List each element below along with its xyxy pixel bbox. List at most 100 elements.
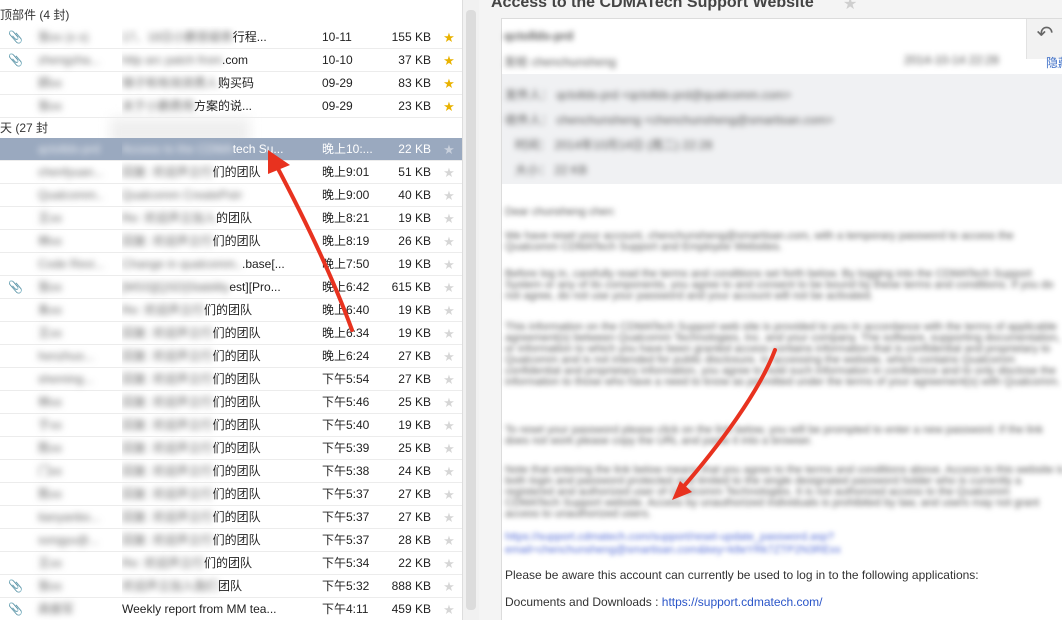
mail-row[interactable]: 于xx 回复: 欢迎声立行们的团队 下午5:40 19 KB ★ [0,414,462,437]
mail-row[interactable]: 📎 张xx 欢迎声立加入我们团队 下午5:32 888 KB ★ [0,575,462,598]
star-icon[interactable]: ★ [440,552,458,575]
reset-link-1[interactable]: https://support.cdmatech.com/support/res… [505,531,834,543]
star-icon[interactable]: ★ [440,414,458,437]
scrollbar-thumb[interactable] [466,10,476,610]
mail-row[interactable]: songyu@... 回复: 欢迎声立行们的团队 下午5:37 28 KB ★ [0,529,462,552]
star-icon[interactable]: ★ [440,391,458,414]
mail-size: 26 KB [398,234,431,248]
mail-subject-blurred: 回复: 欢迎声立行 [122,349,213,363]
star-icon[interactable]: ★ [440,529,458,552]
star-icon[interactable]: ★ [440,26,458,49]
mail-subject-visible: 们的团队 [212,441,261,455]
star-icon[interactable]: ★ [440,230,458,253]
mail-size: 22 KB [398,556,431,570]
hide-info-link[interactable]: 隐藏信 [1046,54,1062,71]
mail-row[interactable]: Code Revi... Change in qualcomm....base[.… [0,253,462,276]
star-icon[interactable]: ★ [440,460,458,483]
reading-pane: Access to the CDMATech Support Website ★… [479,0,1062,620]
mail-subject: 回复: 欢迎声立行们的团队 [122,460,307,483]
mail-subject-blurred: 回复: 欢迎声立行 [122,418,213,432]
mail-row[interactable]: 王xx 回复: 欢迎声立行们的团队 晚上6:34 19 KB ★ [0,322,462,345]
mail-subject-blurred: 回复: 欢迎声立行 [122,165,213,179]
body-greeting: Dear chunsheng chen: [505,206,616,218]
mail-row[interactable]: 顾xx 锦子和有效资费人购买码 09-29 83 KB ★ [0,72,462,95]
star-icon[interactable]: ★ [440,322,458,345]
star-icon[interactable]: ★ [440,506,458,529]
title-star-icon[interactable]: ★ [843,0,857,14]
reply-icon: ↶ [1036,23,1054,45]
mail-date: 2014-10-14 22:28 [904,53,999,67]
mail-subject-visible: 们的团队 [212,533,261,547]
mail-sender: 朱xx [38,303,63,317]
mail-list-scrollbar[interactable] [462,0,479,620]
mail-row[interactable]: 📎 张xx (x x) 17、18日小鹏答疑表行程... 10-11 155 KB ★ [0,26,462,49]
mail-row[interactable]: 📎 张xx [MSS][QSD]Stabilityest][Pro... 晚上6:42… [0,276,462,299]
mail-row[interactable]: 林xx 回复: 欢迎声立行们的团队 晚上8:19 26 KB ★ [0,230,462,253]
mail-date: 晚上6:42 [322,280,370,294]
mail-subject-blurred: Re: 欢迎声立加入 [122,211,217,225]
star-icon[interactable]: ★ [440,368,458,391]
mail-date: 下午5:40 [322,418,370,432]
group-header-today[interactable]: 天 (27 封 [0,118,48,139]
mail-date: 09-29 [322,76,353,90]
mail-size: 83 KB [398,76,431,90]
mail-row[interactable]: 朱xx Re: 欢迎声立行们的团队 晚上6:40 19 KB ★ [0,299,462,322]
star-icon[interactable]: ★ [440,345,458,368]
mail-row[interactable]: 王xx Re: 欢迎声立加入的团队 晚上8:21 19 KB ★ [0,207,462,230]
mail-row[interactable]: 陈xx 回复: 欢迎声立行们的团队 下午5:37 27 KB ★ [0,483,462,506]
mail-subject-visible: 们的团队 [212,395,261,409]
star-icon[interactable]: ★ [440,184,458,207]
star-icon[interactable]: ★ [440,575,458,598]
star-icon[interactable]: ★ [440,49,458,72]
docs-downloads-link[interactable]: https://support.cdmatech.com/ [662,595,823,609]
mail-row[interactable]: tianyanbo... 回复: 欢迎声立行们的团队 下午5:37 27 KB ★ [0,506,462,529]
mail-subject: 回复: 欢迎声立行们的团队 [122,414,307,437]
star-icon[interactable]: ★ [440,598,458,620]
mail-subject: 回复: 欢迎声立行们的团队 [122,322,307,345]
star-icon[interactable]: ★ [440,207,458,230]
mail-sender: chenfyuan... [38,165,104,179]
mail-row[interactable]: 📎 zhengzha... http arc patch from.com 10-10… [0,49,462,72]
star-icon[interactable]: ★ [440,483,458,506]
body-accounts-note: Please be aware this account can current… [505,568,979,582]
reset-link-2[interactable]: email=chenchunsheng@smartisan.com&key=k8… [505,544,841,556]
mail-row[interactable]: 门xx 回复: 欢迎声立行们的团队 下午5:38 24 KB ★ [0,460,462,483]
star-icon[interactable]: ★ [440,437,458,460]
mail-date: 下午5:37 [322,487,370,501]
mail-size: 27 KB [398,349,431,363]
star-icon[interactable]: ★ [440,138,458,161]
mail-row[interactable]: 📎 高振军 Weekly report from MM tea... 下午4:11 45… [0,598,462,620]
star-icon[interactable]: ★ [440,299,458,322]
mail-sender: 张xx (x x) [38,30,89,44]
star-icon[interactable]: ★ [440,253,458,276]
mail-meta-box: 发件人： qctollds-prd <qctollds-prd@qualcomm… [502,74,1062,184]
mail-row[interactable]: 陈xx 回复: 欢迎声立行们的团队 下午5:39 25 KB ★ [0,437,462,460]
reply-button[interactable]: ↶ [1026,19,1062,59]
star-icon[interactable]: ★ [440,161,458,184]
star-icon[interactable]: ★ [440,72,458,95]
mail-row[interactable]: 王xx Re: 欢迎声立行们的团队 下午5:34 22 KB ★ [0,552,462,575]
mail-row[interactable]: sheming... 回复: 欢迎声立行们的团队 下午5:54 27 KB ★ [0,368,462,391]
meta-to: 收件人： chenchunsheng <chenchunsheng@smarti… [505,113,834,127]
mail-row[interactable]: qctollds-prd Access to the CDMAtech Su...… [0,138,462,161]
mail-size: 28 KB [398,533,431,547]
mail-sender: Code Revi... [38,257,104,271]
mail-row[interactable]: 林xx 回复: 欢迎声立行们的团队 下午5:46 25 KB ★ [0,391,462,414]
mail-row[interactable]: 张xx 关于小鹏费用方案的说... 09-29 23 KB ★ [0,95,462,118]
mail-row[interactable]: henzhuo... 回复: 欢迎声立行们的团队 晚上6:24 27 KB ★ [0,345,462,368]
paperclip-icon: 📎 [8,602,22,616]
mail-date: 下午5:54 [322,372,370,386]
from-name: qctollds-prd [504,29,574,43]
star-icon[interactable]: ★ [440,276,458,299]
mail-subject-blurred: Access to the CDMA [122,142,233,156]
mail-row[interactable]: Qualcomm... Qualcomm CreatePoint中的... 晚上9:… [0,184,462,207]
mail-subject-blurred: 回复: 欢迎声立行 [122,533,213,547]
mail-subject: 回复: 欢迎声立行们的团队 [122,529,307,552]
mail-subject: Change in qualcomm....base[... [122,253,307,276]
mail-subject: 回复: 欢迎声立行们的团队 [122,161,307,184]
mail-date: 10-11 [322,30,352,44]
group-header-pinned[interactable]: 顶部件 (4 封) [0,5,69,26]
mail-subject-visible: 的团队 [216,211,253,225]
mail-row[interactable]: chenfyuan... 回复: 欢迎声立行们的团队 晚上9:01 51 KB ★ [0,161,462,184]
star-icon[interactable]: ★ [440,95,458,118]
